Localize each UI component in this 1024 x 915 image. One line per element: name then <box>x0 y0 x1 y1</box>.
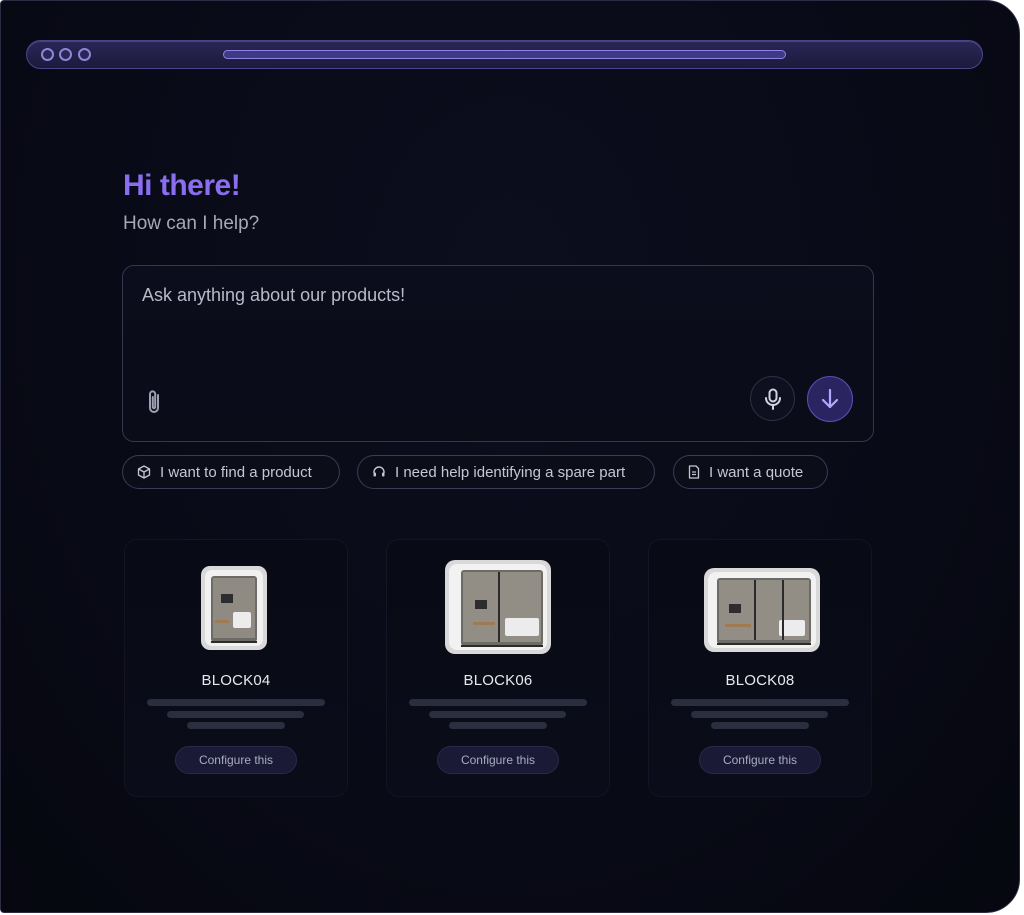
product-name: BLOCK06 <box>463 672 533 689</box>
microphone-button[interactable] <box>750 376 795 421</box>
chip-find-product[interactable]: I want to find a product <box>122 455 340 489</box>
app-window: Hi there! How can I help? I want to find… <box>0 0 1020 913</box>
paperclip-icon[interactable] <box>145 388 165 416</box>
configure-button[interactable]: Configure this <box>437 746 559 774</box>
placeholder-line <box>671 699 849 706</box>
placeholder-line <box>429 711 566 718</box>
chip-quote[interactable]: I want a quote <box>673 455 828 489</box>
placeholder-line <box>409 699 587 706</box>
product-card[interactable]: BLOCK04 Configure this <box>125 540 347 796</box>
product-card[interactable]: BLOCK08 Configure this <box>649 540 871 796</box>
product-image <box>704 568 820 652</box>
window-dot-icon[interactable] <box>59 48 72 61</box>
placeholder-line <box>711 722 809 729</box>
product-image <box>201 566 267 650</box>
placeholder-line <box>691 711 828 718</box>
chip-spare-part[interactable]: I need help identifying a spare part <box>357 455 655 489</box>
placeholder-line <box>449 722 547 729</box>
placeholder-line <box>187 722 285 729</box>
window-dot-icon[interactable] <box>41 48 54 61</box>
arrow-down-icon <box>821 388 839 409</box>
prompt-box <box>122 265 874 442</box>
document-icon <box>688 465 700 479</box>
window-dot-icon[interactable] <box>78 48 91 61</box>
chip-label: I want to find a product <box>160 463 312 481</box>
microphone-icon <box>764 388 781 410</box>
configure-button[interactable]: Configure this <box>699 746 821 774</box>
browser-bar <box>26 40 983 69</box>
address-bar[interactable] <box>223 50 786 59</box>
placeholder-line <box>167 711 304 718</box>
product-name: BLOCK04 <box>201 672 271 689</box>
product-image <box>445 560 551 654</box>
prompt-input[interactable] <box>142 285 742 306</box>
configure-button[interactable]: Configure this <box>175 746 297 774</box>
product-card[interactable]: BLOCK06 Configure this <box>387 540 609 796</box>
cube-icon <box>137 465 151 479</box>
chip-label: I need help identifying a spare part <box>395 463 626 481</box>
send-button[interactable] <box>807 376 853 422</box>
placeholder-line <box>147 699 325 706</box>
headset-icon <box>373 466 385 477</box>
chip-label: I want a quote <box>709 463 804 481</box>
greeting-title: Hi there! <box>123 169 241 202</box>
product-name: BLOCK08 <box>725 672 795 689</box>
greeting-subtitle: How can I help? <box>123 213 260 234</box>
